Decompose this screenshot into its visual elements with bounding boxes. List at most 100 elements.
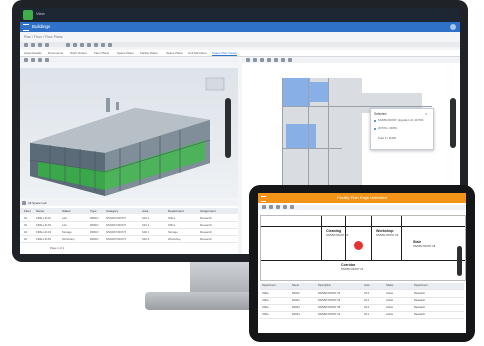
location-pin-icon[interactable] bbox=[354, 241, 363, 250]
col-header[interactable]: Department bbox=[414, 284, 428, 287]
settings-icon[interactable] bbox=[108, 43, 112, 47]
col-header[interactable]: Area bbox=[364, 284, 369, 287]
zoom-out-icon[interactable] bbox=[73, 43, 77, 47]
table-row[interactable]: 02 FIRE-LR-02 Lab RRMO NS/MW FRONT S91.1… bbox=[20, 215, 238, 222]
menu-icon[interactable] bbox=[23, 24, 29, 31]
measure-icon[interactable] bbox=[94, 43, 98, 47]
table-header-row: Department Name Description Area Status … bbox=[260, 283, 464, 290]
menu-icon[interactable] bbox=[261, 196, 266, 202]
tablet-nav-controls[interactable] bbox=[457, 246, 462, 276]
pin-icon[interactable] bbox=[267, 58, 271, 62]
viewer2d-nav-controls[interactable] bbox=[450, 98, 456, 148]
zoom-fit-icon[interactable] bbox=[274, 58, 278, 62]
table-row[interactable]: Office R2024 NS/MW FRONT 02 34.2 Active … bbox=[260, 312, 464, 319]
layers-icon[interactable] bbox=[101, 43, 105, 47]
table-row[interactable]: Office R2023 NS/MW FRONT 08 34.2 Active … bbox=[260, 305, 464, 312]
table-row[interactable]: Office R2021 NS/MW FRONT 04 34.2 Active … bbox=[260, 291, 464, 298]
section-icon[interactable] bbox=[45, 58, 49, 62]
app-logo-icon bbox=[23, 10, 33, 20]
walk-icon[interactable] bbox=[38, 58, 42, 62]
tab-floor-plans[interactable]: Floor Plans bbox=[94, 51, 109, 55]
save-icon[interactable] bbox=[24, 43, 28, 47]
refresh-icon[interactable] bbox=[31, 43, 35, 47]
pagination[interactable]: Page 1 of 1 bbox=[50, 246, 64, 250]
undo-icon[interactable] bbox=[281, 58, 285, 62]
table-row[interactable]: 02 FIRE-LR-04 Storage RRMO NS/MW FRONT S… bbox=[20, 229, 238, 236]
highlighted-space[interactable] bbox=[310, 82, 328, 102]
col-type[interactable]: Type bbox=[90, 209, 97, 213]
cell: Workshop bbox=[168, 237, 181, 241]
rectangle-icon[interactable] bbox=[253, 58, 257, 62]
col-header[interactable]: Name bbox=[292, 284, 299, 287]
room-label[interactable]: Stair bbox=[413, 240, 421, 244]
cell: R2023 bbox=[292, 306, 300, 309]
cell: Research bbox=[200, 237, 212, 241]
draw-icon[interactable] bbox=[262, 205, 266, 209]
viewer-3d[interactable] bbox=[20, 68, 238, 198]
orbit-icon[interactable] bbox=[31, 58, 35, 62]
col-department[interactable]: Department bbox=[168, 209, 184, 213]
cell: RRMO bbox=[90, 216, 99, 220]
cell: Lab bbox=[62, 223, 67, 227]
home-icon[interactable] bbox=[24, 58, 28, 62]
tab-work-orders[interactable]: Work Orders bbox=[70, 51, 87, 55]
highlighted-space[interactable] bbox=[282, 78, 310, 106]
col-assignment[interactable]: Assignment bbox=[200, 209, 216, 213]
expand-icon[interactable] bbox=[22, 201, 26, 205]
print-icon[interactable] bbox=[45, 43, 49, 47]
pin-icon[interactable] bbox=[276, 205, 280, 209]
rectangle-icon[interactable] bbox=[269, 205, 273, 209]
avatar[interactable] bbox=[450, 24, 456, 30]
table-row[interactable]: 02 FIRE-LR-05 Workshop RRMO NS/MW FRONT … bbox=[20, 236, 238, 243]
viewer3d-nav-controls[interactable] bbox=[225, 98, 231, 158]
col-category[interactable]: Category bbox=[106, 209, 118, 213]
room-label[interactable]: Cleaning bbox=[326, 229, 341, 233]
close-icon[interactable]: × bbox=[425, 111, 427, 116]
pan-icon[interactable] bbox=[80, 43, 84, 47]
table-filter[interactable]: All Space Lab bbox=[28, 201, 47, 205]
col-header[interactable]: Status bbox=[386, 284, 393, 287]
tab-asset-details[interactable]: Asset Details bbox=[24, 51, 42, 55]
select-icon[interactable] bbox=[87, 43, 91, 47]
col-header[interactable]: Description bbox=[318, 284, 331, 287]
breadcrumb[interactable]: Plan / Floor / Floor Plans bbox=[24, 35, 63, 39]
text-icon[interactable] bbox=[260, 58, 264, 62]
popup-item[interactable]: NS/MW FRONT, Upgrade to R, 2F/70% bbox=[378, 119, 424, 122]
col-header[interactable]: Department bbox=[262, 284, 276, 287]
col-floor[interactable]: Floor bbox=[24, 209, 31, 213]
cell: RRMO bbox=[90, 223, 99, 227]
building-3d-model bbox=[29, 77, 225, 196]
cell: Office bbox=[168, 223, 176, 227]
tab-unit-members[interactable]: Unit Members bbox=[188, 51, 207, 55]
col-name[interactable]: Name bbox=[36, 209, 44, 213]
draw-icon[interactable] bbox=[246, 58, 250, 62]
room-label[interactable]: Corridor bbox=[341, 263, 355, 267]
cell: Office bbox=[262, 306, 269, 309]
filter-icon[interactable] bbox=[38, 43, 42, 47]
tab-documents[interactable]: Documents bbox=[48, 51, 63, 55]
popup-item[interactable]: 2F/70% • 4F/8% bbox=[378, 127, 397, 130]
table-row[interactable]: 02 FIRE-LR-03 Lab RRMO NS/MW FRONT S91.2… bbox=[20, 222, 238, 229]
tab-facility-plans[interactable]: Facility Plans bbox=[140, 51, 158, 55]
tablet-floorplan[interactable]: Cleaning NS/MW FRONT 04 Workshop NS/MW F… bbox=[260, 215, 466, 281]
highlighted-space[interactable] bbox=[286, 124, 316, 148]
measure-icon[interactable] bbox=[283, 205, 287, 209]
col-area[interactable]: Area bbox=[142, 209, 148, 213]
table-header-row: Floor Name Status Type Category Area Dep… bbox=[20, 208, 238, 214]
cell: Research bbox=[200, 230, 212, 234]
tab-space-plans[interactable]: Space Plans bbox=[117, 51, 134, 55]
col-status[interactable]: Status bbox=[62, 209, 71, 213]
tab-space-plan-viewer[interactable]: Space Plan Viewer bbox=[212, 51, 238, 56]
cell: FIRE-LR-04 bbox=[36, 230, 51, 234]
table-row[interactable]: Office R2022 NS/MW FRONT 06 34.2 Active … bbox=[260, 298, 464, 305]
room-label[interactable]: Workshop bbox=[376, 229, 394, 233]
tab-space-plans-2[interactable]: Space Plans bbox=[166, 51, 183, 55]
zoom-in-icon[interactable] bbox=[66, 43, 70, 47]
cell: NS/MW FRONT 02 bbox=[318, 313, 341, 316]
app-brand: View bbox=[36, 11, 45, 16]
popup-summary: Total: 5 • 4F/8% bbox=[378, 137, 397, 140]
zoom-in-icon[interactable] bbox=[290, 205, 294, 209]
cell: Workshop bbox=[62, 237, 75, 241]
redo-icon[interactable] bbox=[288, 58, 292, 62]
cell: FIRE-LR-03 bbox=[36, 223, 51, 227]
